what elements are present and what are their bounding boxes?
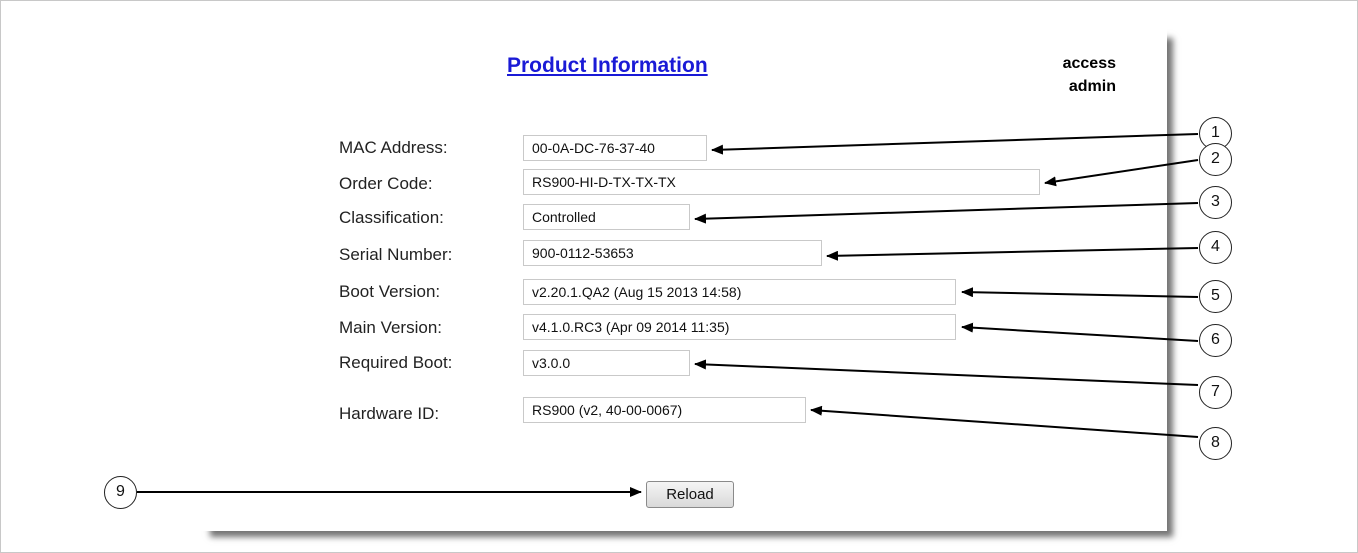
callout-arrow-7 [694,359,1199,386]
callout-9: 9 [104,476,137,509]
callout-5: 5 [1199,280,1232,313]
callout-8: 8 [1199,427,1232,460]
callout-arrows [137,133,1199,497]
callout-arrow-6 [961,322,1199,342]
callout-arrow-4 [826,247,1199,261]
callout-arrow-1 [711,133,1199,155]
callout-arrow-8 [810,405,1199,438]
callout-4: 4 [1199,231,1232,264]
callout-2: 2 [1199,143,1232,176]
callout-3: 3 [1199,186,1232,219]
callout-arrow-3 [694,202,1199,224]
callout-arrow-2 [1044,159,1199,187]
callout-6: 6 [1199,324,1232,357]
callout-7: 7 [1199,376,1232,409]
callout-arrow-5 [961,287,1199,298]
